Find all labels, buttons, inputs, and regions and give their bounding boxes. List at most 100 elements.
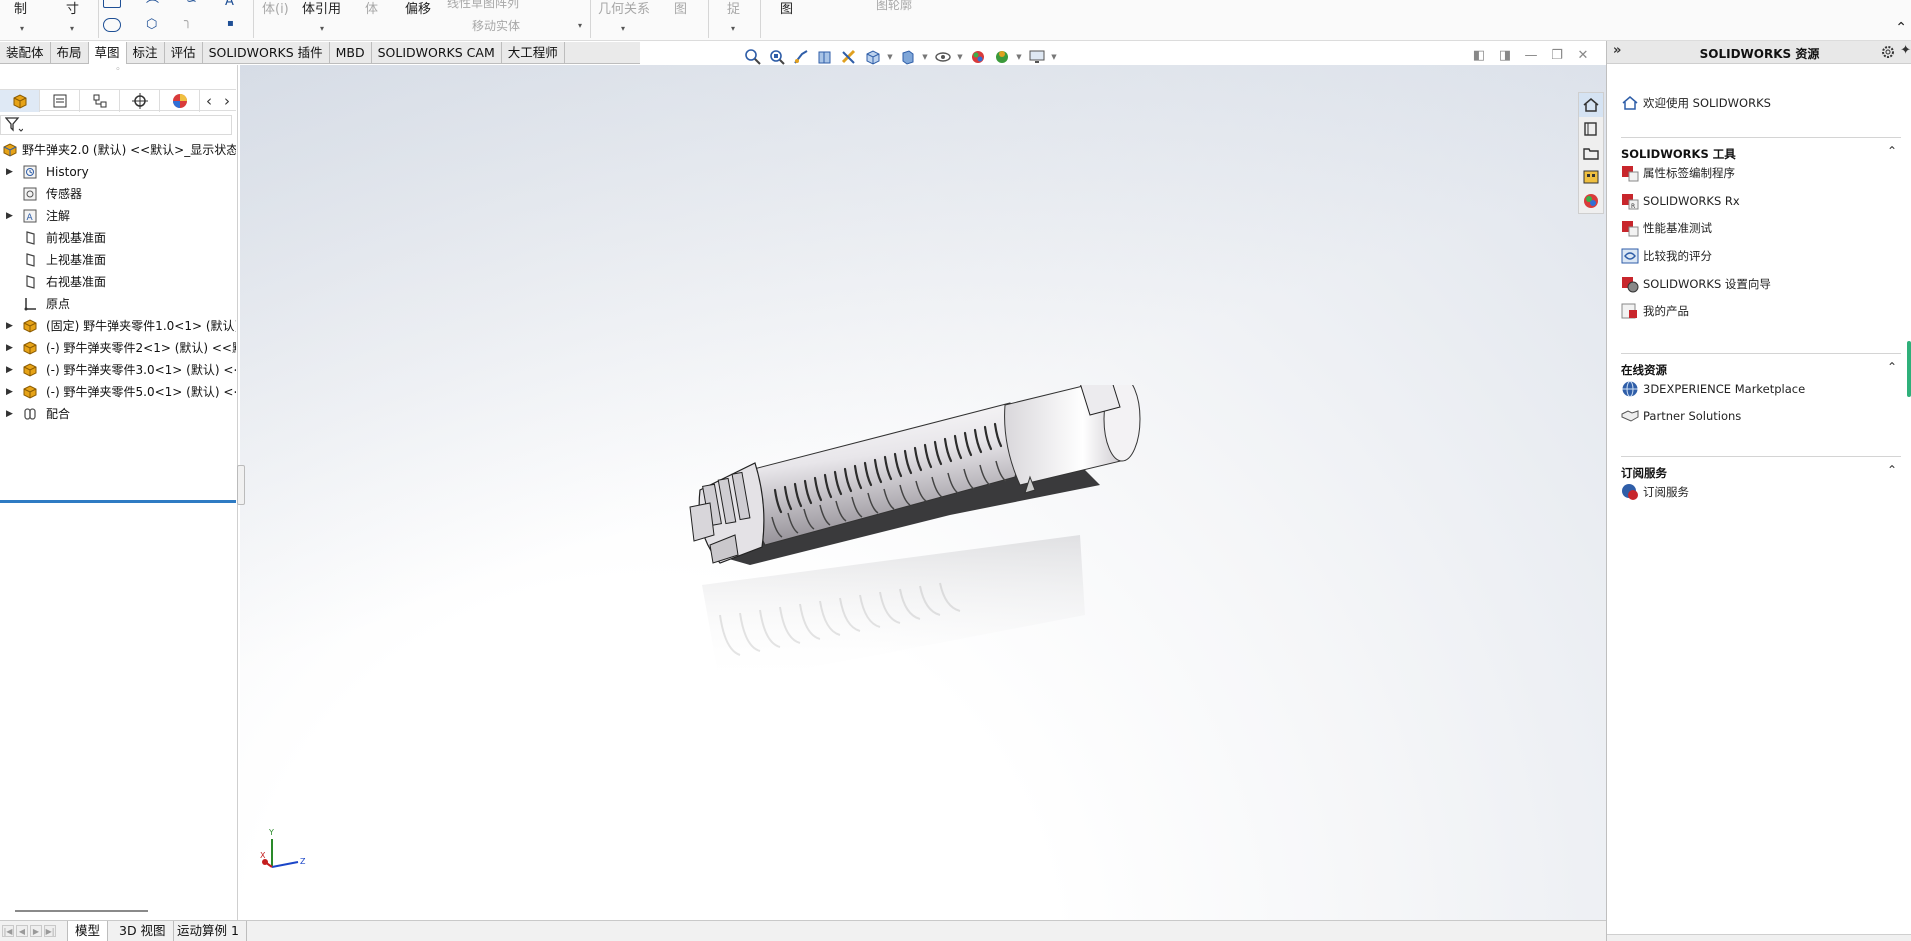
tool-my-products[interactable]: 我的产品 (1621, 300, 1689, 322)
restore-icon[interactable]: ❐ (1548, 48, 1566, 64)
tree-node[interactable]: ▶ A 注解 (0, 205, 236, 227)
section-tools[interactable]: SOLIDWORKS 工具 ⌃ (1621, 137, 1901, 161)
configuration-manager-tab-icon[interactable] (80, 90, 120, 112)
tree-node[interactable]: ▶ (-) 野牛弹夹零件5.0<1> (默认) << (0, 381, 236, 403)
ribbon-item[interactable]: 移动实体 (472, 17, 520, 34)
chevron-down-icon[interactable]: ▼ (921, 53, 929, 61)
tab-addins[interactable]: SOLIDWORKS 插件 (203, 42, 330, 64)
tree-node[interactable]: 右视基准面 (0, 271, 236, 293)
tree-node[interactable]: 上视基准面 (0, 249, 236, 271)
previous-view-icon[interactable] (790, 48, 811, 67)
ribbon-item[interactable]: 捉 (727, 0, 740, 17)
expand-arrow-icon[interactable]: ▶ (6, 161, 13, 183)
chevron-down-icon[interactable]: ▾ (320, 24, 324, 33)
chevron-up-icon[interactable]: ⌃ (1887, 144, 1897, 158)
tab-mbd[interactable]: MBD (330, 42, 372, 64)
chevron-left-icon[interactable]: ‹ (200, 90, 218, 112)
expand-arrow-icon[interactable]: ▶ (6, 403, 13, 425)
tree-node[interactable]: ▶ (固定) 野牛弹夹零件1.0<1> (默认) (0, 315, 236, 337)
chevron-down-icon[interactable]: ▾ (20, 24, 24, 33)
expand-arrow-icon[interactable]: ▶ (6, 337, 13, 359)
chevron-down-icon[interactable]: ▾ (70, 24, 74, 33)
chevron-right-icon[interactable]: › (218, 90, 236, 112)
appearances-icon[interactable] (1579, 189, 1603, 213)
tab-motion-study[interactable]: 运动算例 1 (170, 921, 247, 941)
design-library-icon[interactable] (1579, 117, 1603, 141)
chevron-up-icon[interactable]: ⌃ (1887, 360, 1897, 374)
arc-icon[interactable]: ⌒ (146, 0, 159, 15)
ribbon-item[interactable]: 体(i) (262, 0, 289, 17)
tab-sketch[interactable]: 草图 (88, 42, 127, 64)
dimxpert-tab-icon[interactable] (120, 90, 160, 112)
tree-node[interactable]: 原点 (0, 293, 236, 315)
ribbon-item[interactable]: 偏移 (405, 0, 431, 17)
tab-cam[interactable]: SOLIDWORKS CAM (372, 42, 502, 64)
feature-tree-tab-icon[interactable] (0, 90, 40, 112)
tree-node[interactable]: 传感器 (0, 183, 236, 205)
zoom-to-fit-icon[interactable] (742, 48, 763, 67)
fillet-icon[interactable]: ╮ (184, 14, 192, 29)
graphics-area[interactable]: Y Z X (240, 65, 1606, 920)
next-tab-icon[interactable]: ▶ (30, 925, 42, 937)
file-explorer-icon[interactable] (1579, 141, 1603, 165)
ribbon-item[interactable]: 体 (365, 0, 378, 17)
rollback-bar[interactable] (0, 500, 236, 503)
view-palette-icon[interactable] (1579, 165, 1603, 189)
tab-markup[interactable]: 标注 (127, 42, 165, 64)
tab-engineer[interactable]: 大工程师 (502, 42, 565, 64)
display-manager-tab-icon[interactable] (160, 90, 200, 112)
expand-arrow-icon[interactable]: ▶ (6, 359, 13, 381)
link-marketplace[interactable]: 3DEXPERIENCE Marketplace (1621, 378, 1805, 400)
expand-arrow-icon[interactable]: ▶ (6, 381, 13, 403)
first-tab-icon[interactable]: |◀ (2, 925, 14, 937)
tile-right-icon[interactable]: ◨ (1496, 48, 1514, 64)
chevron-down-icon[interactable]: ▼ (886, 53, 894, 61)
tool-property-tab-builder[interactable]: 属性标签编制程序 (1621, 162, 1735, 184)
rectangle-icon[interactable] (103, 0, 121, 8)
minimize-icon[interactable]: — (1522, 48, 1540, 64)
tree-filter[interactable] (0, 115, 232, 135)
apply-scene-icon[interactable] (991, 48, 1012, 67)
ribbon-item[interactable]: 图轮廓 (876, 0, 912, 13)
edit-appearance-icon[interactable] (967, 48, 988, 67)
magazine-model[interactable] (680, 385, 1160, 805)
chevron-down-icon[interactable]: ▾ (731, 24, 735, 33)
polygon-icon[interactable]: ⬡ (146, 17, 157, 32)
text-icon[interactable]: A (225, 0, 234, 9)
ribbon-item[interactable]: 制 (14, 0, 27, 17)
tab-model[interactable]: 模型 (67, 921, 109, 941)
close-icon[interactable]: ✕ (1574, 48, 1592, 64)
spline-icon[interactable]: ∽ (186, 0, 197, 9)
ribbon-item[interactable]: 图 (674, 0, 687, 17)
ribbon-item[interactable]: 几何关系 (598, 0, 650, 17)
dynamic-annotation-icon[interactable] (838, 48, 859, 67)
collapse-ribbon-icon[interactable]: ⌃ (1895, 20, 1907, 36)
tool-compare-score[interactable]: 比较我的评分 (1621, 245, 1712, 267)
horizontal-scrollbar[interactable] (15, 910, 148, 912)
chevron-down-icon[interactable]: ▾ (621, 24, 625, 33)
prev-tab-icon[interactable]: ◀ (16, 925, 28, 937)
tab-3d-views[interactable]: 3D 视图 (112, 921, 174, 941)
section-online[interactable]: 在线资源 ⌃ (1621, 353, 1901, 377)
chevron-up-icon[interactable]: ⌃ (1887, 463, 1897, 477)
chevron-down-icon[interactable]: ▼ (1015, 53, 1023, 61)
scrollbar-thumb[interactable] (1907, 341, 1911, 397)
display-style-icon[interactable] (897, 48, 918, 67)
panel-grip[interactable]: ◦ (0, 65, 236, 77)
welcome-link[interactable]: 欢迎使用 SOLIDWORKS (1621, 92, 1771, 114)
tree-node[interactable]: ▶ 配合 (0, 403, 236, 425)
tree-node[interactable]: 前视基准面 (0, 227, 236, 249)
tree-node[interactable]: ▶ History (0, 161, 236, 183)
tree-node[interactable]: ▶ (-) 野牛弹夹零件3.0<1> (默认) << (0, 359, 236, 381)
tile-left-icon[interactable]: ◧ (1470, 48, 1488, 64)
tool-settings-wizard[interactable]: SOLIDWORKS 设置向导 (1621, 273, 1771, 295)
chevron-down-icon[interactable]: ▾ (578, 21, 582, 30)
link-subscription-services[interactable]: 订阅服务 (1621, 481, 1689, 503)
tab-assembly[interactable]: 装配体 (0, 42, 51, 64)
expand-arrow-icon[interactable]: ▶ (6, 315, 13, 337)
slot-icon[interactable] (103, 18, 121, 32)
ribbon-item[interactable]: 体引用 (302, 0, 341, 17)
panel-splitter[interactable] (237, 465, 245, 505)
tool-benchmark[interactable]: 性能基准测试 (1621, 217, 1712, 239)
gear-icon[interactable] (1880, 44, 1896, 60)
